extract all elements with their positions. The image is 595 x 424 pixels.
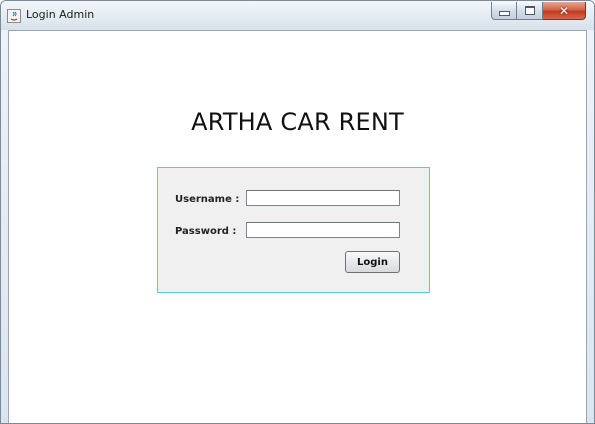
- app-heading: ARTHA CAR RENT: [191, 108, 404, 136]
- username-field[interactable]: [246, 190, 400, 206]
- username-label: Username :: [175, 194, 240, 205]
- close-button[interactable]: ✕: [543, 2, 586, 20]
- password-label: Password :: [175, 226, 237, 237]
- title-bar[interactable]: Login Admin ✕: [1, 1, 594, 30]
- window-controls: ✕: [491, 2, 586, 20]
- close-icon: ✕: [558, 3, 570, 18]
- minimize-icon: [498, 10, 510, 16]
- maximize-button[interactable]: [517, 2, 543, 20]
- login-button[interactable]: Login: [345, 251, 400, 273]
- password-field[interactable]: [246, 222, 400, 238]
- window-title: Login Admin: [26, 8, 95, 21]
- minimize-button[interactable]: [491, 2, 517, 20]
- content-area: ARTHA CAR RENT Username : Password : Log…: [8, 30, 587, 423]
- maximize-icon: [524, 6, 535, 15]
- java-app-icon: [7, 8, 21, 23]
- login-panel: Username : Password : Login: [157, 167, 430, 293]
- login-admin-window: Login Admin ✕ ARTHA CAR RENT Username : …: [0, 0, 595, 424]
